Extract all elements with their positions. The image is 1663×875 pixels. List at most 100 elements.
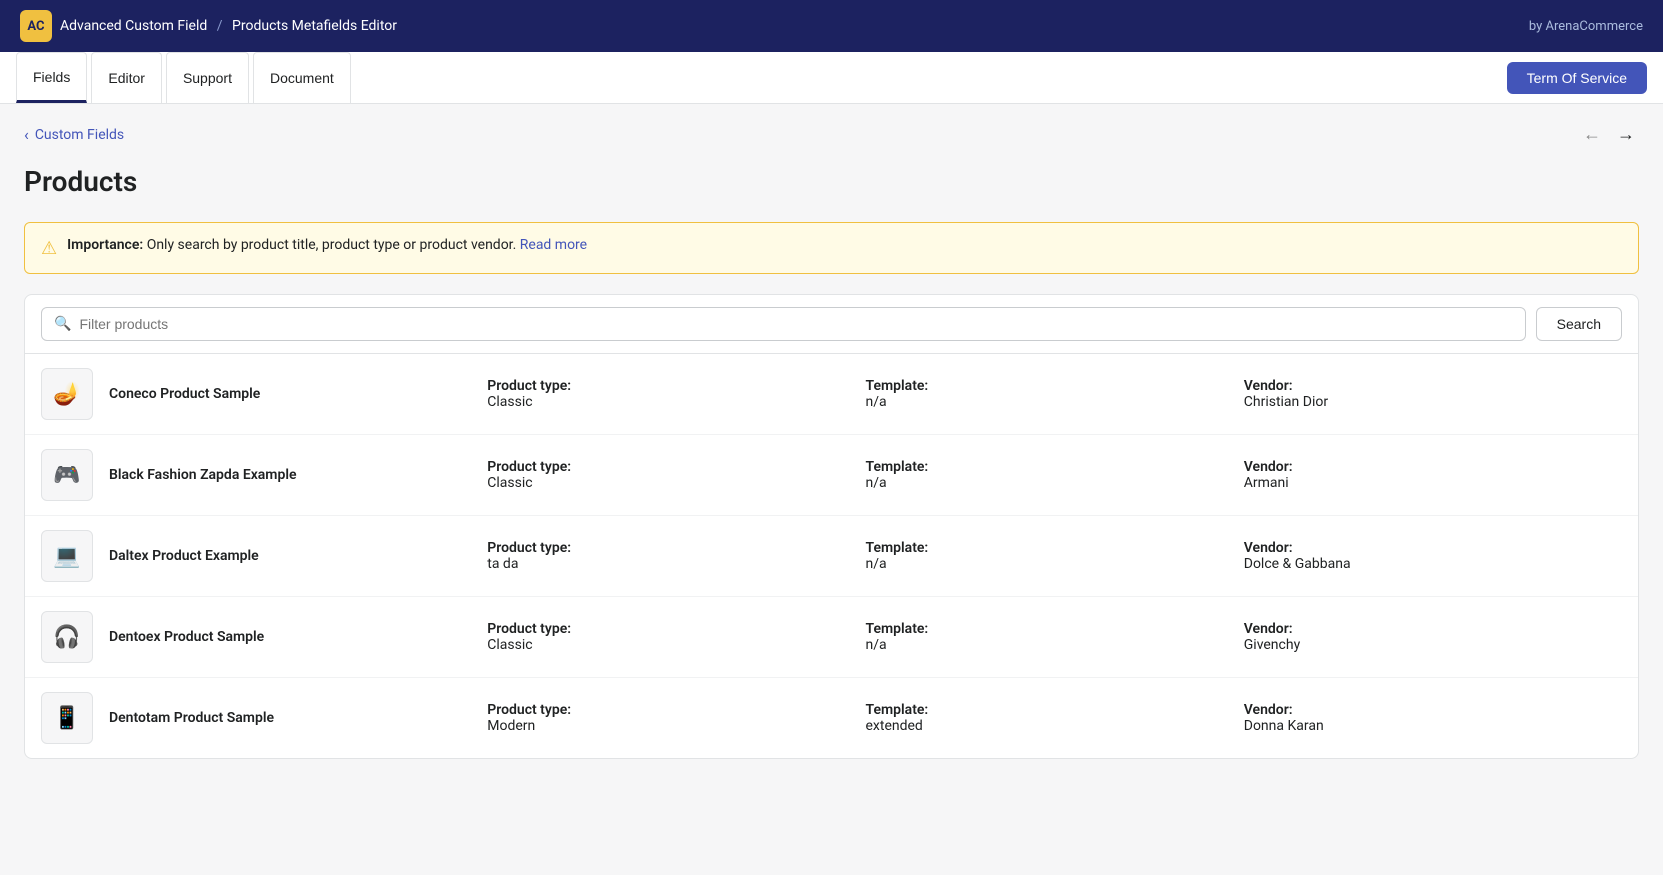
next-arrow-button[interactable]: → [1613, 120, 1639, 149]
product-row[interactable]: 🎧 Dentoex Product Sample Product type: C… [25, 597, 1638, 678]
product-row[interactable]: 🪔 Coneco Product Sample Product type: Cl… [25, 354, 1638, 435]
alert-bold-text: Importance: [67, 237, 143, 253]
prev-arrow-button[interactable]: ← [1579, 120, 1605, 149]
template-label: Template: [866, 378, 1244, 394]
nav-tabs: Fields Editor Support Document [16, 52, 351, 103]
page-title: Products [24, 165, 1639, 198]
product-type-label: Product type: [487, 621, 865, 637]
template-label: Template: [866, 621, 1244, 637]
read-more-link[interactable]: Read more [520, 237, 587, 253]
search-button[interactable]: Search [1536, 307, 1622, 341]
product-type-field: Product type: Modern [487, 702, 865, 734]
product-meta: Product type: Modern Template: extended … [487, 702, 1622, 734]
breadcrumb-chevron: ‹ [24, 125, 29, 144]
tab-fields[interactable]: Fields [16, 52, 87, 103]
search-input-wrapper: 🔍 [41, 307, 1526, 341]
template-field: Template: n/a [866, 459, 1244, 491]
app-logo: AC [20, 10, 52, 42]
template-field: Template: extended [866, 702, 1244, 734]
product-meta: Product type: Classic Template: n/a Vend… [487, 378, 1622, 410]
app-name-text: Advanced Custom Field [60, 18, 207, 34]
template-label: Template: [866, 702, 1244, 718]
vendor-field: Vendor: Christian Dior [1244, 378, 1622, 410]
template-field: Template: n/a [866, 540, 1244, 572]
product-name: Coneco Product Sample [109, 386, 487, 402]
template-field: Template: n/a [866, 378, 1244, 410]
product-thumbnail: 📱 [41, 692, 93, 744]
product-row[interactable]: 💻 Daltex Product Example Product type: t… [25, 516, 1638, 597]
template-value: n/a [866, 394, 1244, 410]
product-row[interactable]: 🎮 Black Fashion Zapda Example Product ty… [25, 435, 1638, 516]
vendor-label: Vendor: [1244, 378, 1622, 394]
template-value: n/a [866, 475, 1244, 491]
product-type-value: ta da [487, 556, 865, 572]
tab-editor[interactable]: Editor [91, 52, 162, 103]
breadcrumb-nav-arrows: ← → [1579, 120, 1639, 149]
template-value: n/a [866, 637, 1244, 653]
breadcrumb-row: ‹ Custom Fields ← → [24, 120, 1639, 149]
product-type-label: Product type: [487, 540, 865, 556]
vendor-value: Givenchy [1244, 637, 1622, 653]
template-label: Template: [866, 540, 1244, 556]
product-type-label: Product type: [487, 702, 865, 718]
main-content: ‹ Custom Fields ← → Products ⚠ Importanc… [0, 104, 1663, 775]
vendor-value: Armani [1244, 475, 1622, 491]
product-thumbnail: 🎧 [41, 611, 93, 663]
by-arena-commerce: by ArenaCommerce [1529, 19, 1643, 34]
product-meta: Product type: Classic Template: n/a Vend… [487, 621, 1622, 653]
top-bar: AC Advanced Custom Field / Products Meta… [0, 0, 1663, 52]
title-separator: / [217, 18, 223, 34]
product-meta: Product type: Classic Template: n/a Vend… [487, 459, 1622, 491]
product-thumbnail: 💻 [41, 530, 93, 582]
breadcrumb-label: Custom Fields [35, 127, 124, 143]
breadcrumb[interactable]: ‹ Custom Fields [24, 125, 124, 144]
vendor-value: Dolce & Gabbana [1244, 556, 1622, 572]
template-label: Template: [866, 459, 1244, 475]
vendor-field: Vendor: Dolce & Gabbana [1244, 540, 1622, 572]
template-value: extended [866, 718, 1244, 734]
products-panel: 🔍 Search 🪔 Coneco Product Sample Product… [24, 294, 1639, 759]
vendor-field: Vendor: Donna Karan [1244, 702, 1622, 734]
product-type-value: Classic [487, 394, 865, 410]
product-name: Dentoex Product Sample [109, 629, 487, 645]
product-thumbnail: 🎮 [41, 449, 93, 501]
search-icon: 🔍 [54, 316, 71, 332]
product-type-value: Classic [487, 475, 865, 491]
tab-document[interactable]: Document [253, 52, 351, 103]
vendor-label: Vendor: [1244, 540, 1622, 556]
vendor-value: Donna Karan [1244, 718, 1622, 734]
template-field: Template: n/a [866, 621, 1244, 653]
tab-support[interactable]: Support [166, 52, 249, 103]
vendor-label: Vendor: [1244, 702, 1622, 718]
product-type-field: Product type: Classic [487, 378, 865, 410]
product-type-value: Classic [487, 637, 865, 653]
product-name: Dentotam Product Sample [109, 710, 487, 726]
product-row[interactable]: 📱 Dentotam Product Sample Product type: … [25, 678, 1638, 758]
product-thumbnail: 🪔 [41, 368, 93, 420]
product-type-field: Product type: Classic [487, 621, 865, 653]
nav-bar: Fields Editor Support Document Term Of S… [0, 52, 1663, 104]
app-title: Advanced Custom Field / Products Metafie… [60, 18, 397, 34]
vendor-field: Vendor: Armani [1244, 459, 1622, 491]
product-name: Daltex Product Example [109, 548, 487, 564]
product-list: 🪔 Coneco Product Sample Product type: Cl… [25, 354, 1638, 758]
product-type-field: Product type: ta da [487, 540, 865, 572]
vendor-label: Vendor: [1244, 621, 1622, 637]
alert-icon: ⚠ [41, 238, 57, 259]
product-name: Black Fashion Zapda Example [109, 467, 487, 483]
alert-text: Importance: Only search by product title… [67, 237, 587, 253]
template-value: n/a [866, 556, 1244, 572]
alert-banner: ⚠ Importance: Only search by product tit… [24, 222, 1639, 274]
alert-description: Only search by product title, product ty… [147, 237, 517, 253]
product-type-label: Product type: [487, 378, 865, 394]
search-input[interactable] [79, 316, 1512, 332]
page-section-text: Products Metafields Editor [232, 18, 397, 34]
term-of-service-button[interactable]: Term Of Service [1507, 62, 1647, 94]
vendor-value: Christian Dior [1244, 394, 1622, 410]
product-meta: Product type: ta da Template: n/a Vendor… [487, 540, 1622, 572]
top-bar-left: AC Advanced Custom Field / Products Meta… [20, 10, 397, 42]
product-type-field: Product type: Classic [487, 459, 865, 491]
product-type-label: Product type: [487, 459, 865, 475]
search-row: 🔍 Search [25, 295, 1638, 354]
vendor-label: Vendor: [1244, 459, 1622, 475]
